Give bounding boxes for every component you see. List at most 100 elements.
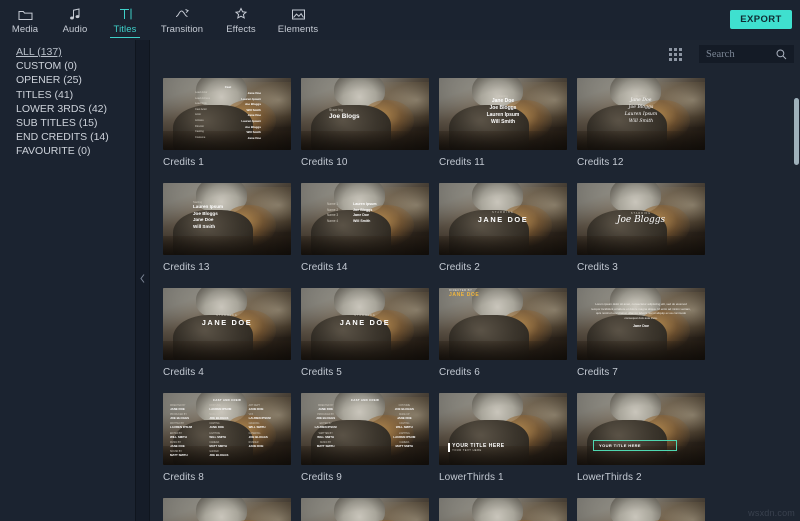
title-thumbnail[interactable]: CAST AND CREW DIRECTED BY JANE DOE PRODUC…: [301, 393, 429, 465]
overlay-name: Jane Doe: [247, 113, 261, 118]
title-thumbnail[interactable]: YOUR TITLE HERE YOUR TEXT HERE: [439, 393, 567, 465]
overlay-name: Joe Bloggs: [244, 102, 261, 107]
title-thumbnail[interactable]: [163, 498, 291, 521]
export-button[interactable]: EXPORT: [730, 10, 792, 29]
item-caption: Credits 13: [163, 262, 210, 273]
overlay-heading: CAST AND CREW: [350, 398, 380, 402]
list-item[interactable]: CAST AND CREW DIRECTED BY JANE DOE PRODUC…: [163, 393, 301, 498]
list-item[interactable]: CAST AND CREW DIRECTED BY JANE DOE PRODUC…: [301, 393, 439, 498]
overlay-name: MATT SMITH: [395, 443, 414, 448]
overlay-name: LAUREN IPSUM: [248, 416, 271, 421]
list-item[interactable]: Cast Lead Actor Jane Doe Lead Actress Laur…: [163, 78, 301, 183]
overlay-name: Lauren Ipsum: [486, 112, 520, 119]
sidebar-item-titles[interactable]: TITLES (41): [0, 88, 135, 102]
overlay-role: Actor: [195, 113, 202, 117]
overlay-label: Name 3: [327, 213, 339, 218]
tab-transition[interactable]: Transition: [150, 0, 214, 40]
overlay-name: JOE BLOGGS: [209, 416, 229, 421]
overlay-name: Lauren Ipsum: [193, 204, 224, 209]
list-item[interactable]: STARRING JANE DOE Credits 5: [301, 288, 439, 393]
list-item[interactable]: [577, 498, 715, 521]
magnifier-icon[interactable]: [773, 49, 789, 60]
list-item[interactable]: DIRECTED BY JANE DOE Credits 6: [439, 288, 577, 393]
title-thumbnail[interactable]: DIRECTED BY JANE DOE: [439, 288, 567, 360]
tab-elements[interactable]: Elements: [268, 0, 328, 40]
title-thumbnail[interactable]: Starring Jane Doe Joe Bloggs Lauren Ipsu…: [577, 78, 705, 150]
title-thumbnail[interactable]: [577, 498, 705, 521]
sidebar-item-custom[interactable]: CUSTOM (0): [0, 59, 135, 73]
list-item[interactable]: Starring Jane Doe Joe Bloggs Lauren Ipsu…: [577, 78, 715, 183]
list-item[interactable]: YOUR TITLE HERE YOUR TEXT HERE LowerThir…: [439, 393, 577, 498]
title-thumbnail[interactable]: STARRING JANE DOE: [439, 183, 567, 255]
list-item[interactable]: STARRING JANE DOE Credits 2: [439, 183, 577, 288]
title-thumbnail[interactable]: STARRING JANE DOE: [301, 288, 429, 360]
tab-media[interactable]: Media: [0, 0, 50, 40]
grid-view-icon[interactable]: [669, 48, 682, 61]
overlay-name: Will Smith: [490, 119, 516, 126]
sidebar-item-lower-3rds[interactable]: LOWER 3RDS (42): [0, 102, 135, 116]
title-overlay: Starring Joe Blogs: [329, 108, 429, 150]
list-item[interactable]: Starring Jane Doe Joe Bloggs Lauren Ipsu…: [439, 78, 577, 183]
sidebar-item-all[interactable]: ALL (137): [0, 45, 135, 59]
overlay-name: Jane Doe: [491, 98, 515, 104]
overlay-name: JANE DOE: [209, 425, 225, 430]
title-thumbnail[interactable]: Lorem ipsum dolor sit amet, consectetur …: [577, 288, 705, 360]
overlay-subtitle: STARRING: [216, 314, 238, 317]
list-item[interactable]: Starring Joe Blogs Credits 10: [301, 78, 439, 183]
library-scroll-area[interactable]: Cast Lead Actor Jane Doe Lead Actress Laur…: [150, 68, 800, 521]
list-item[interactable]: STARRING Joe Bloggs Credits 3: [577, 183, 715, 288]
tab-media-label: Media: [11, 23, 39, 35]
list-item[interactable]: [439, 498, 577, 521]
sidebar-item-sub-titles[interactable]: SUB TITLES (15): [0, 116, 135, 130]
tab-titles[interactable]: Titles: [100, 0, 150, 40]
sidebar-collapse-handle[interactable]: [138, 270, 147, 286]
overlay-name: Lauren Ipsum: [241, 96, 261, 101]
list-item[interactable]: Lorem ipsum dolor sit amet, consectetur …: [577, 288, 715, 393]
title-thumbnail[interactable]: Cast Lead Actor Jane Doe Lead Actress Laur…: [163, 78, 291, 150]
list-item[interactable]: Starring Lauren Ipsum Joe Bloggs Jane Do…: [163, 183, 301, 288]
tab-effects[interactable]: Effects: [214, 0, 268, 40]
title-thumbnail[interactable]: [301, 498, 429, 521]
item-caption: LowerThirds 2: [577, 472, 642, 483]
title-thumbnail[interactable]: CAST AND CREW DIRECTED BY JANE DOE PRODUC…: [163, 393, 291, 465]
preview-image: [301, 498, 429, 521]
overlay-name: JANE DOE: [248, 407, 264, 411]
overlay-label: Name 2: [327, 207, 339, 212]
overlay-name: Lauren Ipsum: [624, 111, 658, 117]
overlay-name: JANE DOE: [339, 318, 391, 327]
list-item[interactable]: STARRING JANE DOE Credits 4: [163, 288, 301, 393]
list-item[interactable]: [301, 498, 439, 521]
overlay-name: Joe Bloggs: [244, 124, 261, 129]
item-caption: Credits 3: [577, 262, 618, 273]
scrollbar-thumb[interactable]: [794, 98, 799, 165]
overlay-subtitle: STARRING: [354, 314, 376, 317]
title-thumbnail[interactable]: Name 1 Lauren Ipsum Name 2 Joe Bloggs Name…: [301, 183, 429, 255]
list-item[interactable]: YOUR TITLE HERE LowerThirds 2: [577, 393, 715, 498]
list-item[interactable]: Name 1 Lauren Ipsum Name 2 Joe Bloggs Name…: [301, 183, 439, 288]
overlay-name: Lauren Ipsum: [353, 202, 377, 206]
sidebar-item-opener[interactable]: OPENER (25): [0, 73, 135, 87]
overlay-role: Lead Role: [195, 102, 207, 106]
title-thumbnail[interactable]: YOUR TITLE HERE: [577, 393, 705, 465]
scrollbar-track[interactable]: [793, 68, 800, 521]
search-box[interactable]: [699, 45, 794, 63]
title-thumbnail[interactable]: [439, 498, 567, 521]
sidebar-item-end-credits[interactable]: END CREDITS (14): [0, 130, 135, 144]
item-caption: Credits 4: [163, 367, 204, 378]
title-thumbnail[interactable]: Starring Lauren Ipsum Joe Bloggs Jane Do…: [163, 183, 291, 255]
overlay-name: Jane Doe: [247, 135, 261, 140]
credit-column: COSTUME LAUREN IPSUM MAKE UP JOE BLOGGS CA…: [209, 405, 244, 460]
overlay-signature: Jane Doe: [633, 323, 649, 328]
credit-column: COSTUME JOE BLOGGS MAKE UP JANE DOE CASTIN…: [387, 405, 422, 451]
tab-audio[interactable]: Audio: [50, 0, 100, 40]
search-input[interactable]: [699, 46, 773, 62]
title-thumbnail[interactable]: Starring Joe Blogs: [301, 78, 429, 150]
title-thumbnail[interactable]: STARRING Joe Bloggs: [577, 183, 705, 255]
title-thumbnail[interactable]: STARRING JANE DOE: [163, 288, 291, 360]
overlay-name: Will Smith: [193, 223, 216, 229]
list-item[interactable]: [163, 498, 301, 521]
title-thumbnail[interactable]: Starring Jane Doe Joe Bloggs Lauren Ipsu…: [439, 78, 567, 150]
overlay-name: JANE DOE: [318, 407, 334, 411]
sidebar-item-favourite[interactable]: FAVOURITE (0): [0, 144, 135, 158]
overlay-name: WILL SMITH: [317, 434, 335, 439]
